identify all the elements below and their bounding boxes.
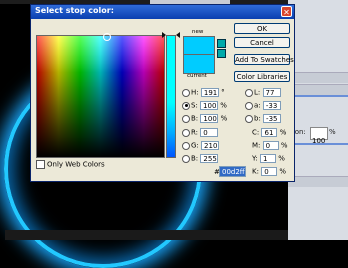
r-row: R: 0 [182, 128, 219, 137]
c-input[interactable]: 61 [261, 128, 278, 137]
panel-divider [288, 143, 348, 145]
panel-bar [288, 84, 348, 95]
gamut-warning-icon[interactable] [217, 39, 226, 48]
color-picker-dialog: Select stop color: ✕ Only Web Colors new… [30, 4, 295, 182]
dialog-titlebar: Select stop color: ✕ [31, 5, 294, 19]
m-label: M: [252, 141, 261, 150]
b-label: B: [191, 114, 199, 123]
swatch-current[interactable] [183, 54, 215, 74]
swatch-new-label: new [192, 29, 204, 35]
g-input[interactable]: 210 [201, 141, 220, 150]
color-field[interactable] [36, 33, 165, 158]
only-web-colors-label: Only Web Colors [47, 160, 105, 169]
k-row: K: 0 % [252, 167, 286, 176]
s-row: S: 100 % [182, 101, 227, 110]
swatch-new [183, 36, 215, 55]
color-libraries-button[interactable]: Color Libraries [234, 71, 290, 82]
g-row: G: 210 [182, 141, 220, 150]
l-row: L: 77 [245, 88, 281, 97]
color-field-cursor[interactable] [103, 33, 111, 41]
lab-b-label: b: [254, 114, 261, 123]
y-row: Y: 1 % [252, 154, 285, 163]
hue-slider[interactable] [166, 35, 176, 158]
panel-field-unit: % [329, 128, 336, 136]
lab-b-row: b: -35 [245, 114, 282, 123]
panel-bar [288, 176, 348, 187]
a-input[interactable]: -33 [262, 101, 281, 110]
panel-divider [288, 95, 348, 97]
g-radio[interactable] [182, 141, 190, 150]
rgb-b-label: B: [191, 154, 199, 163]
r-radio[interactable] [182, 128, 190, 137]
rgb-b-row: B: 255 [182, 154, 219, 163]
a-label: a: [254, 101, 261, 110]
l-label: L: [254, 88, 261, 97]
r-input[interactable]: 0 [200, 128, 219, 137]
m-row: M: 0 % [252, 141, 288, 150]
rgb-b-radio[interactable] [182, 154, 190, 163]
y-unit: % [278, 154, 285, 163]
b-radio[interactable] [182, 114, 190, 123]
close-icon[interactable]: ✕ [281, 6, 292, 17]
k-label: K: [252, 167, 259, 176]
background-panel: tion: 100 % [288, 0, 348, 240]
y-input[interactable]: 1 [259, 154, 276, 163]
c-row: C: 61 % [252, 128, 286, 137]
cancel-button[interactable]: Cancel [234, 37, 290, 48]
h-radio[interactable] [182, 88, 190, 97]
b-input[interactable]: 100 [200, 114, 219, 123]
a-radio[interactable] [245, 101, 253, 110]
c-label: C: [252, 128, 260, 137]
color-field-highlight [37, 36, 164, 157]
k-unit: % [279, 167, 287, 176]
web-safe-warning-icon[interactable] [217, 49, 226, 58]
dialog-title: Select stop color: [35, 6, 114, 15]
s-radio[interactable] [182, 101, 190, 110]
a-row: a: -33 [245, 101, 281, 110]
ok-button[interactable]: OK [234, 23, 290, 34]
l-input[interactable]: 77 [262, 88, 281, 97]
s-input[interactable]: 100 [200, 101, 219, 110]
lab-b-input[interactable]: -35 [263, 114, 282, 123]
b-row: B: 100 % [182, 114, 227, 123]
g-label: G: [191, 141, 199, 150]
s-unit: % [220, 101, 227, 110]
h-row: H: 191 ° [182, 88, 225, 97]
only-web-colors[interactable]: Only Web Colors [36, 160, 105, 169]
h-label: H: [191, 88, 199, 97]
swatch-current-label: current [187, 73, 207, 79]
hex-input[interactable]: 00d2ff [219, 166, 246, 177]
y-label: Y: [252, 154, 258, 163]
b-unit: % [220, 114, 228, 123]
hue-slider-arrow-right-icon[interactable] [176, 32, 180, 38]
rgb-b-input[interactable]: 255 [200, 154, 219, 163]
m-unit: % [280, 141, 288, 150]
r-label: R: [191, 128, 199, 137]
h-input[interactable]: 191 [200, 88, 219, 97]
panel-field[interactable]: 100 [310, 127, 328, 145]
add-to-swatches-button[interactable]: Add To Swatches [234, 54, 294, 65]
canvas-bottom-edge [5, 230, 288, 240]
only-web-colors-checkbox[interactable] [36, 160, 45, 169]
l-radio[interactable] [245, 88, 253, 97]
c-unit: % [279, 128, 287, 137]
h-unit: ° [221, 88, 225, 97]
lab-b-radio[interactable] [245, 114, 253, 123]
s-label: S: [191, 101, 198, 110]
m-input[interactable]: 0 [262, 141, 279, 150]
panel-bar [288, 72, 348, 83]
k-input[interactable]: 0 [261, 167, 278, 176]
